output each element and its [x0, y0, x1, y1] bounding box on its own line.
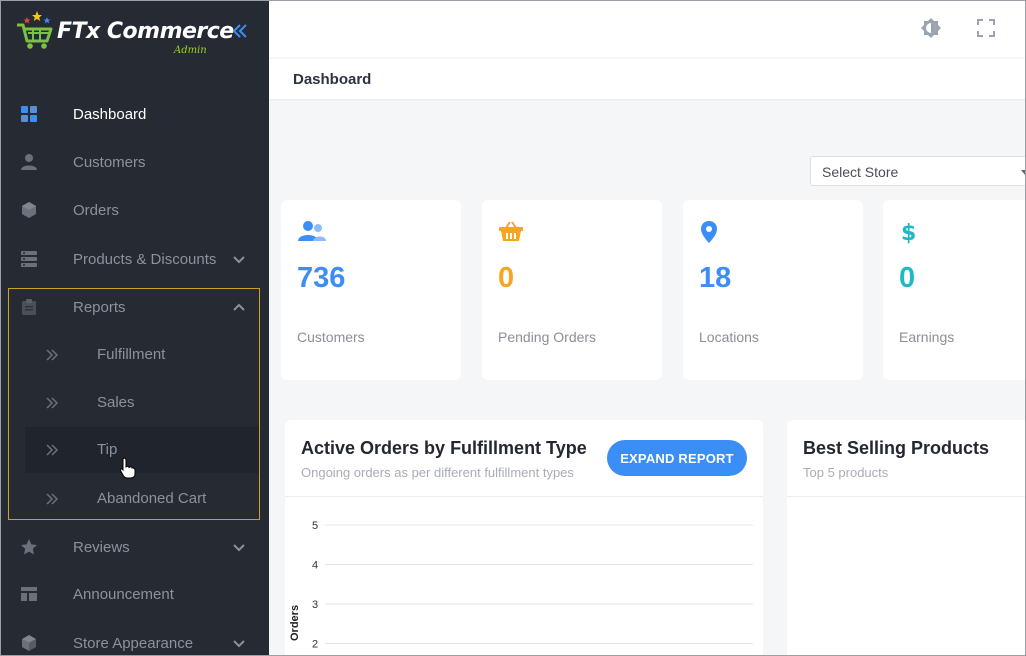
sidebar-item-reports[interactable]: Reports [1, 285, 269, 329]
fullscreen-icon[interactable] [977, 19, 995, 37]
stat-card-locations[interactable]: 18 Locations [683, 200, 863, 380]
sidebar-item-store-appearance[interactable]: Store Appearance [1, 621, 269, 655]
chart-y-tick-label: 4 [312, 560, 318, 572]
sidebar-item-products-discounts[interactable]: Products & Discounts [1, 237, 269, 281]
hand-cursor-icon [119, 457, 136, 479]
user-icon [19, 152, 39, 172]
sidebar-item-label: Orders [73, 201, 119, 219]
panel-divider [787, 496, 1025, 497]
brand-logo[interactable]: FTx Commerce Admin [9, 3, 259, 59]
chevron-down-icon [233, 640, 245, 648]
sidebar-subitem-label: Fulfillment [97, 346, 166, 363]
location-pin-icon [701, 221, 717, 243]
sidebar-subitem-sales[interactable]: Sales [25, 380, 259, 426]
clipboard-icon [19, 297, 39, 317]
page-header: Dashboard [269, 59, 1025, 99]
brand-subtitle: Admin [174, 45, 207, 56]
basket-icon [499, 221, 523, 241]
sidebar-item-dashboard[interactable]: Dashboard [1, 92, 269, 136]
sidebar-subitem-label: Tip [97, 441, 118, 458]
theme-toggle-icon[interactable] [919, 17, 943, 41]
grid-icon [19, 104, 39, 124]
sidebar-item-label: Dashboard [73, 105, 147, 123]
stat-caption: Locations [699, 329, 759, 345]
app-window: FTx Commerce Admin Dashboard Customers O… [0, 0, 1026, 656]
sidebar-item-label: Reports [73, 298, 126, 316]
cube-icon [19, 633, 39, 653]
double-chevron-right-icon [46, 349, 59, 361]
best-selling-panel: Best Selling Products Top 5 products [787, 420, 1025, 655]
stat-caption: Pending Orders [498, 329, 597, 345]
stat-caption: Customers [297, 329, 365, 345]
users-icon [298, 221, 326, 241]
sidebar-subitem-tip[interactable]: Tip [25, 427, 259, 473]
sidebar-subitem-fulfillment[interactable]: Fulfillment [25, 332, 259, 378]
expand-report-button[interactable]: EXPAND REPORT [607, 440, 747, 476]
star-icon [19, 537, 39, 557]
sidebar-item-orders[interactable]: Orders [1, 188, 269, 232]
stat-card-customers[interactable]: 736 Customers [281, 200, 461, 380]
chart-y-axis-label: Orders [289, 605, 301, 641]
sidebar-item-announcement[interactable]: Announcement [1, 572, 269, 616]
store-select[interactable]: Select Store [810, 156, 1025, 186]
sidebar-subitem-label: Sales [97, 394, 135, 411]
chevron-down-icon [233, 256, 245, 264]
dollar-icon: $ [901, 221, 916, 244]
stat-card-pending-orders[interactable]: 0 Pending Orders [482, 200, 662, 380]
chart-y-tick-label: 5 [312, 520, 318, 532]
svg-text:$: $ [901, 221, 916, 244]
stat-card-earnings[interactable]: $ 0 Earnings [883, 200, 1025, 380]
server-icon [19, 249, 39, 269]
collapse-sidebar-icon[interactable] [230, 21, 250, 41]
box-icon [19, 200, 39, 220]
topbar [269, 1, 1025, 57]
page-title: Dashboard [293, 71, 372, 88]
double-chevron-right-icon [46, 397, 59, 409]
active-orders-panel: Active Orders by Fulfillment Type Ongoin… [285, 420, 763, 655]
sidebar: FTx Commerce Admin Dashboard Customers O… [1, 1, 269, 655]
stat-value: 18 [699, 262, 732, 294]
sidebar-item-label: Customers [73, 153, 146, 171]
panel-title: Best Selling Products [803, 438, 990, 458]
caret-down-icon [1021, 170, 1025, 175]
stat-value: 736 [297, 262, 346, 294]
cart-logo-icon [17, 11, 53, 49]
double-chevron-right-icon [46, 444, 59, 456]
sidebar-subitem-label: Abandoned Cart [97, 490, 207, 507]
brand-name: FTx Commerce [57, 19, 234, 44]
panel-title: Active Orders by Fulfillment Type [301, 438, 587, 458]
chevron-down-icon [233, 544, 245, 552]
sidebar-item-label: Products & Discounts [73, 250, 217, 268]
store-select-value: Select Store [822, 164, 899, 180]
stat-caption: Earnings [899, 329, 955, 345]
chart-y-tick-label: 3 [312, 599, 318, 611]
active-orders-chart: 5 4 3 2 Orders [289, 520, 753, 651]
double-chevron-right-icon [46, 493, 59, 505]
sidebar-item-reviews[interactable]: Reviews [1, 525, 269, 569]
sidebar-item-label: Reviews [73, 538, 130, 556]
stat-value: 0 [899, 262, 916, 294]
chevron-up-icon [233, 303, 245, 311]
sidebar-subitem-abandoned-cart[interactable]: Abandoned Cart [25, 476, 259, 522]
sidebar-item-label: Announcement [73, 585, 174, 603]
sidebar-item-customers[interactable]: Customers [1, 140, 269, 184]
layout-icon [19, 584, 39, 604]
stat-value: 0 [498, 262, 515, 294]
panel-subtitle: Top 5 products [803, 465, 889, 480]
sidebar-item-label: Store Appearance [73, 634, 194, 652]
chart-y-tick-label: 2 [312, 639, 318, 651]
panel-subtitle: Ongoing orders as per different fulfillm… [301, 465, 574, 480]
